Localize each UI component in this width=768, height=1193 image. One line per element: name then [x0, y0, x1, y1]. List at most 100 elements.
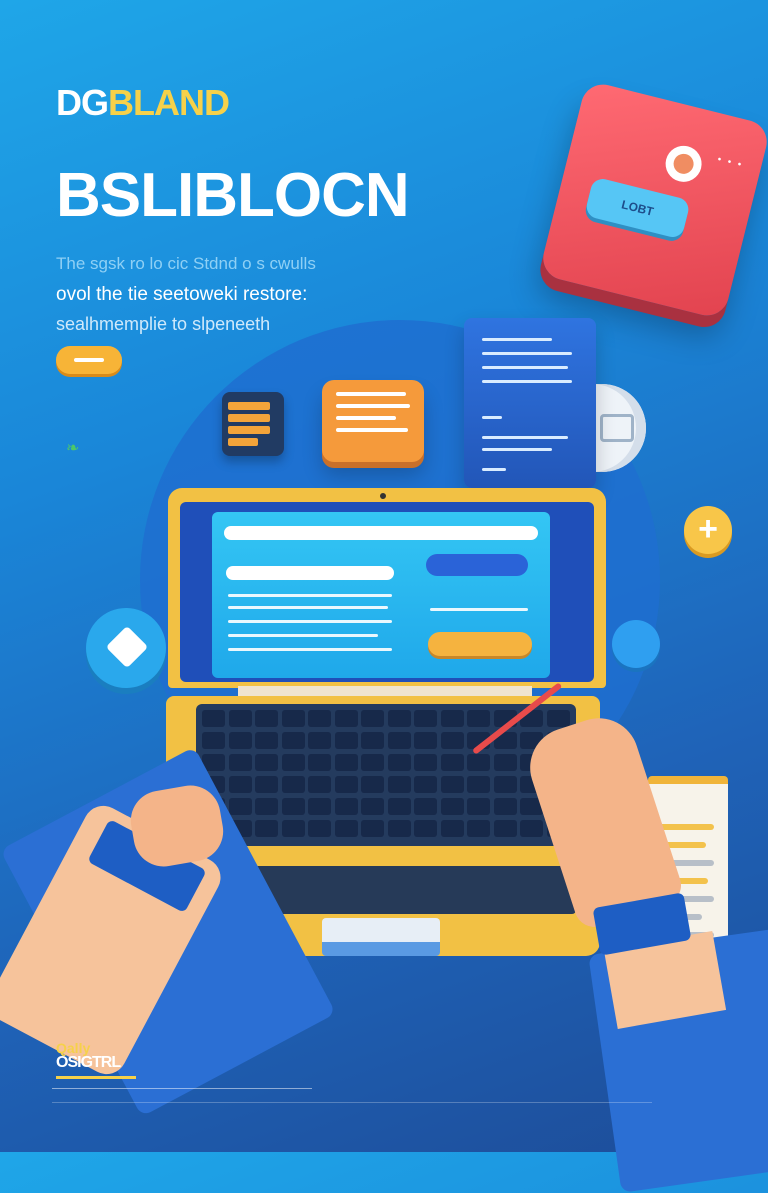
cta-button-line [74, 358, 104, 362]
keyboard-key[interactable] [281, 798, 305, 815]
keyboard-key[interactable] [440, 710, 464, 727]
hero-line-1: The sgsk ro lo cic Stdnd o s cwulls [56, 254, 316, 273]
keyboard-key[interactable] [281, 732, 305, 749]
keyboard-key[interactable] [228, 754, 252, 771]
keyboard-key[interactable] [493, 754, 517, 771]
brand-logo-part2: BLAND [108, 82, 230, 123]
keyboard-key[interactable] [281, 820, 305, 837]
input-field[interactable] [226, 566, 394, 580]
keyboard-key[interactable] [255, 798, 278, 815]
keyboard-key[interactable] [361, 710, 384, 727]
submit-button[interactable] [426, 554, 528, 576]
keyboard-key[interactable] [467, 776, 490, 793]
camera-icon [380, 493, 386, 499]
keyboard-key[interactable] [255, 776, 278, 793]
keyboard-key[interactable] [440, 798, 464, 815]
keyboard-key[interactable] [308, 754, 331, 771]
diamond-icon[interactable] [86, 608, 166, 688]
keyboard-key[interactable] [414, 754, 437, 771]
keyboard-key[interactable] [387, 776, 411, 793]
window-icon [222, 392, 284, 456]
keyboard-key[interactable] [467, 798, 490, 815]
keyboard-key[interactable] [361, 820, 384, 837]
keyboard-key[interactable] [334, 820, 358, 837]
keyboard[interactable] [196, 704, 576, 846]
keyboard-key[interactable] [334, 710, 358, 727]
keyboard-key[interactable] [228, 798, 252, 815]
keyboard-key[interactable] [440, 776, 464, 793]
notes-card [322, 380, 424, 462]
keyboard-key[interactable] [334, 754, 358, 771]
keyboard-key[interactable] [255, 754, 278, 771]
hero-line-3: sealhmemplie to slpeneeth [56, 314, 271, 334]
keyboard-key[interactable] [308, 710, 331, 727]
leaf-icon: ❧ [66, 440, 80, 457]
keyboard-key[interactable] [440, 732, 464, 749]
footer-logo: Qally OSIGTRL [56, 1040, 152, 1079]
phone-card: • • • LOBT [538, 79, 768, 321]
laptop-front [322, 918, 440, 956]
text-line [430, 608, 528, 611]
keyboard-key[interactable] [255, 820, 278, 837]
keyboard-key[interactable] [255, 732, 278, 749]
keyboard-key[interactable] [467, 754, 490, 771]
footer-logo-bar [56, 1076, 136, 1079]
keyboard-key[interactable] [308, 776, 331, 793]
keyboard-key[interactable] [440, 754, 464, 771]
ring-binder [594, 384, 646, 472]
keyboard-key[interactable] [308, 820, 331, 837]
search-bar[interactable] [224, 526, 538, 540]
keyboard-key[interactable] [281, 754, 305, 771]
keyboard-key[interactable] [387, 710, 411, 727]
keyboard-key[interactable] [414, 710, 437, 727]
keyboard-key[interactable] [414, 732, 437, 749]
keyboard-key[interactable] [361, 798, 384, 815]
phone-button[interactable]: LOBT [584, 176, 691, 240]
keyboard-key[interactable] [228, 710, 252, 727]
keyboard-key[interactable] [493, 820, 517, 837]
keyboard-key[interactable] [202, 710, 225, 727]
plus-icon[interactable]: + [684, 506, 732, 554]
circle-button[interactable] [612, 620, 660, 668]
keyboard-key[interactable] [414, 776, 437, 793]
keyboard-key[interactable] [202, 732, 225, 749]
keyboard-key[interactable] [334, 776, 358, 793]
keyboard-key[interactable] [308, 732, 331, 749]
keyboard-key[interactable] [467, 820, 490, 837]
cta-button[interactable] [56, 346, 122, 374]
action-button[interactable] [428, 632, 532, 656]
keyboard-key[interactable] [467, 710, 490, 727]
keyboard-key[interactable] [228, 776, 252, 793]
footer-divider [52, 1088, 312, 1089]
keyboard-key[interactable] [387, 820, 411, 837]
keyboard-key[interactable] [281, 776, 305, 793]
keyboard-key[interactable] [308, 798, 331, 815]
keyboard-key[interactable] [440, 820, 464, 837]
keyboard-key[interactable] [334, 732, 358, 749]
keyboard-key[interactable] [493, 776, 517, 793]
keyboard-key[interactable] [546, 710, 570, 727]
text-line [228, 606, 388, 609]
text-line [228, 620, 392, 623]
keyboard-key[interactable] [414, 820, 437, 837]
brand-logo: DGBLAND [56, 82, 230, 124]
keyboard-key[interactable] [228, 732, 252, 749]
avatar-icon [661, 142, 706, 186]
keyboard-key[interactable] [387, 754, 411, 771]
keyboard-key[interactable] [414, 798, 437, 815]
keyboard-key[interactable] [334, 798, 358, 815]
document-card [464, 318, 596, 488]
keyboard-key[interactable] [361, 776, 384, 793]
keyboard-key[interactable] [255, 710, 278, 727]
keyboard-key[interactable] [361, 732, 384, 749]
text-line [228, 648, 392, 651]
keyboard-key[interactable] [493, 798, 517, 815]
keyboard-key[interactable] [387, 732, 411, 749]
text-line [228, 594, 392, 597]
keyboard-key[interactable] [361, 754, 384, 771]
footer-logo-bottom: OSIGTRL [56, 1054, 121, 1071]
keyboard-key[interactable] [520, 820, 543, 837]
hero-line-2: ovol the tie seetoweki restore: [56, 284, 308, 305]
keyboard-key[interactable] [387, 798, 411, 815]
keyboard-key[interactable] [281, 710, 305, 727]
